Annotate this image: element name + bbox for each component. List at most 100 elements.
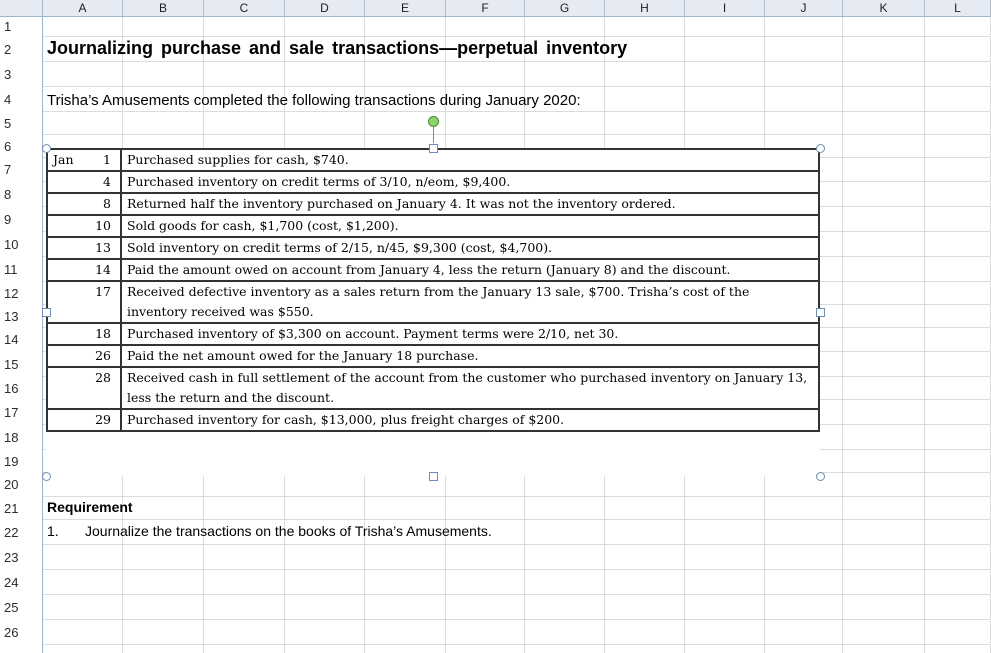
resize-handle-icon[interactable] [42, 472, 51, 481]
row-header-11[interactable]: 11 [0, 257, 43, 282]
transaction-description: Paid the net amount owed for the January… [120, 344, 820, 368]
row-header-10[interactable]: 10 [0, 232, 43, 257]
resize-handle-icon[interactable] [42, 144, 51, 153]
transaction-description: Purchased inventory of $3,300 on account… [120, 322, 820, 346]
row-header-25[interactable]: 25 [0, 595, 43, 620]
row-header-20[interactable]: 20 [0, 473, 43, 497]
column-header-e[interactable]: E [365, 0, 446, 17]
row-header-12[interactable]: 12 [0, 282, 43, 305]
row-header-18[interactable]: 18 [0, 425, 43, 450]
grid-row-line [43, 61, 991, 62]
requirement-number: 1. [47, 523, 59, 539]
row-header-23[interactable]: 23 [0, 545, 43, 570]
row-header-1[interactable]: 1 [0, 17, 43, 37]
requirement-heading: Requirement [47, 499, 133, 515]
resize-handle-icon[interactable] [429, 472, 438, 481]
transaction-description: Received defective inventory as a sales … [120, 280, 820, 324]
grid-row-line [43, 644, 991, 645]
row-header-14[interactable]: 14 [0, 328, 43, 352]
resize-handle-icon[interactable] [429, 144, 438, 153]
transaction-day: 17 [95, 284, 111, 299]
row-header-5[interactable]: 5 [0, 112, 43, 135]
transaction-row: 14 Paid the amount owed on account from J… [46, 258, 820, 282]
column-header-f[interactable]: F [446, 0, 525, 17]
column-header-j[interactable]: J [765, 0, 843, 17]
row-header-22[interactable]: 22 [0, 520, 43, 545]
column-header-k[interactable]: K [843, 0, 925, 17]
transaction-day: 28 [95, 370, 111, 385]
row-header-26[interactable]: 26 [0, 620, 43, 645]
grid-row-line [43, 111, 991, 112]
transaction-date: 18 [46, 322, 122, 346]
row-header-15[interactable]: 15 [0, 352, 43, 377]
grid-row-line [43, 36, 991, 37]
row-header-19[interactable]: 19 [0, 450, 43, 473]
resize-handle-icon[interactable] [816, 472, 825, 481]
transaction-day: 18 [95, 326, 111, 341]
row-header-8[interactable]: 8 [0, 182, 43, 207]
transaction-row: 10 Sold goods for cash, $1,700 (cost, $1,… [46, 214, 820, 238]
grid-column-line [842, 17, 843, 653]
grid-row-line [43, 134, 991, 135]
resize-handle-icon[interactable] [42, 308, 51, 317]
row-header-4[interactable]: 4 [0, 87, 43, 112]
transaction-day: 4 [103, 174, 111, 189]
column-header-l[interactable]: L [925, 0, 991, 17]
row-header-2[interactable]: 2 [0, 37, 43, 62]
column-header-a[interactable]: A [43, 0, 123, 17]
resize-handle-icon[interactable] [816, 144, 825, 153]
transaction-description: Purchased supplies for cash, $740. [120, 148, 820, 172]
row-header-21[interactable]: 21 [0, 497, 43, 520]
transaction-row: 18 Purchased inventory of $3,300 on accou… [46, 322, 820, 346]
row-header-9[interactable]: 9 [0, 207, 43, 232]
rotate-handle-line [433, 126, 434, 143]
transaction-description: Purchased inventory on credit terms of 3… [120, 170, 820, 194]
row-header-17[interactable]: 17 [0, 400, 43, 425]
transaction-date: 4 [46, 170, 122, 194]
transaction-description: Paid the amount owed on account from Jan… [120, 258, 820, 282]
transaction-month: Jan [53, 152, 74, 167]
transaction-row: 26 Paid the net amount owed for the Janua… [46, 344, 820, 368]
transaction-date: 29 [46, 408, 122, 432]
column-header-d[interactable]: D [285, 0, 365, 17]
column-header-c[interactable]: C [204, 0, 285, 17]
column-header-g[interactable]: G [525, 0, 605, 17]
grid-row-line [43, 569, 991, 570]
column-header-i[interactable]: I [685, 0, 765, 17]
transaction-date: 26 [46, 344, 122, 368]
transaction-date: 10 [46, 214, 122, 238]
transaction-description: Sold goods for cash, $1,700 (cost, $1,20… [120, 214, 820, 238]
row-header-6[interactable]: 6 [0, 135, 43, 158]
transactions-table: Jan 1 Purchased supplies for cash, $740. 4 P… [46, 148, 820, 432]
transaction-day: 1 [103, 152, 111, 167]
grid-row-line [43, 496, 991, 497]
resize-handle-icon[interactable] [816, 308, 825, 317]
transaction-day: 29 [95, 412, 111, 427]
transaction-row: 28 Received cash in full settlement of th… [46, 366, 820, 410]
requirement-text: Journalize the transactions on the books… [85, 523, 492, 539]
grid-row-line [43, 544, 991, 545]
transaction-date: 14 [46, 258, 122, 282]
transactions-picture[interactable]: Jan 1 Purchased supplies for cash, $740. 4 P… [46, 148, 820, 476]
transaction-date: 8 [46, 192, 122, 216]
grid-row-line [43, 619, 991, 620]
grid-column-line [924, 17, 925, 653]
row-header-16[interactable]: 16 [0, 377, 43, 400]
row-header-3[interactable]: 3 [0, 62, 43, 87]
transaction-date: 13 [46, 236, 122, 260]
row-header-separator [42, 17, 43, 653]
transaction-row: 13 Sold inventory on credit terms of 2/15… [46, 236, 820, 260]
row-header-13[interactable]: 13 [0, 305, 43, 328]
transaction-day: 10 [95, 218, 111, 233]
row-header-7[interactable]: 7 [0, 158, 43, 182]
transaction-description: Purchased inventory for cash, $13,000, p… [120, 408, 820, 432]
transaction-day: 26 [95, 348, 111, 363]
row-header-24[interactable]: 24 [0, 570, 43, 595]
column-header-h[interactable]: H [605, 0, 685, 17]
transaction-description: Received cash in full settlement of the … [120, 366, 820, 410]
transaction-row: 17 Received defective inventory as a sale… [46, 280, 820, 324]
column-header-b[interactable]: B [123, 0, 204, 17]
grid-row-line [43, 519, 991, 520]
select-all-corner[interactable] [0, 0, 43, 17]
transaction-day: 13 [95, 240, 111, 255]
